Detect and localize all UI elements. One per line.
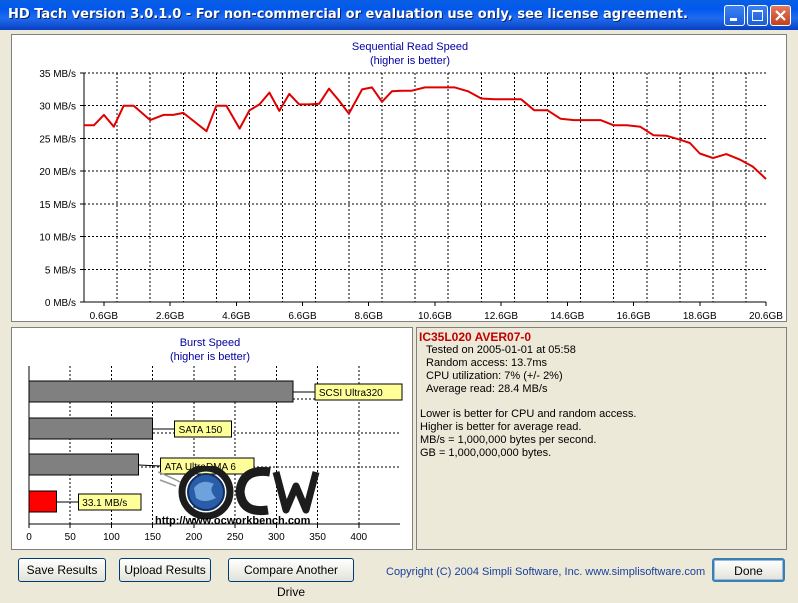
note-mbs-definition: MB/s = 1,000,000 bytes per second. bbox=[420, 434, 597, 446]
burst-chart-subtitle: (higher is better) bbox=[169, 351, 251, 363]
done-button[interactable]: Done bbox=[712, 558, 785, 582]
drive-name: IC35L020 AVER07-0 bbox=[419, 330, 532, 344]
note-higher-better: Higher is better for average read. bbox=[420, 421, 582, 433]
cpu-utilization: CPU utilization: 7% (+/- 2%) bbox=[426, 370, 563, 382]
random-access: Random access: 13.7ms bbox=[426, 357, 548, 369]
average-read: Average read: 28.4 MB/s bbox=[426, 383, 548, 395]
seq-chart-title: Sequential Read Speed bbox=[351, 41, 469, 53]
maximize-icon bbox=[752, 10, 763, 21]
seq-chart-subtitle: (higher is better) bbox=[369, 55, 451, 67]
burst-chart-title: Burst Speed bbox=[179, 337, 241, 349]
tested-on: Tested on 2005-01-01 at 05:58 bbox=[426, 344, 576, 356]
close-icon bbox=[775, 10, 786, 21]
compare-another-drive-button[interactable]: Compare Another Drive bbox=[228, 558, 354, 599]
minimize-icon bbox=[730, 18, 737, 21]
copyright-text: Copyright (C) 2004 Simpli Software, Inc.… bbox=[386, 566, 706, 578]
watermark-url: http://www.ocworkbench.com bbox=[155, 515, 311, 527]
save-results-button[interactable]: Save Results bbox=[18, 558, 106, 582]
minimize-button[interactable] bbox=[724, 5, 745, 26]
window-title: HD Tach version 3.0.1.0 - For non-commer… bbox=[8, 7, 688, 22]
note-gb-definition: GB = 1,000,000,000 bytes. bbox=[420, 447, 552, 459]
sequential-read-panel bbox=[11, 34, 787, 322]
maximize-button[interactable] bbox=[747, 5, 768, 26]
close-button[interactable] bbox=[770, 5, 791, 26]
note-lower-better: Lower is better for CPU and random acces… bbox=[420, 408, 637, 420]
title-bar: HD Tach version 3.0.1.0 - For non-commer… bbox=[0, 0, 798, 30]
upload-results-button[interactable]: Upload Results bbox=[119, 558, 211, 582]
